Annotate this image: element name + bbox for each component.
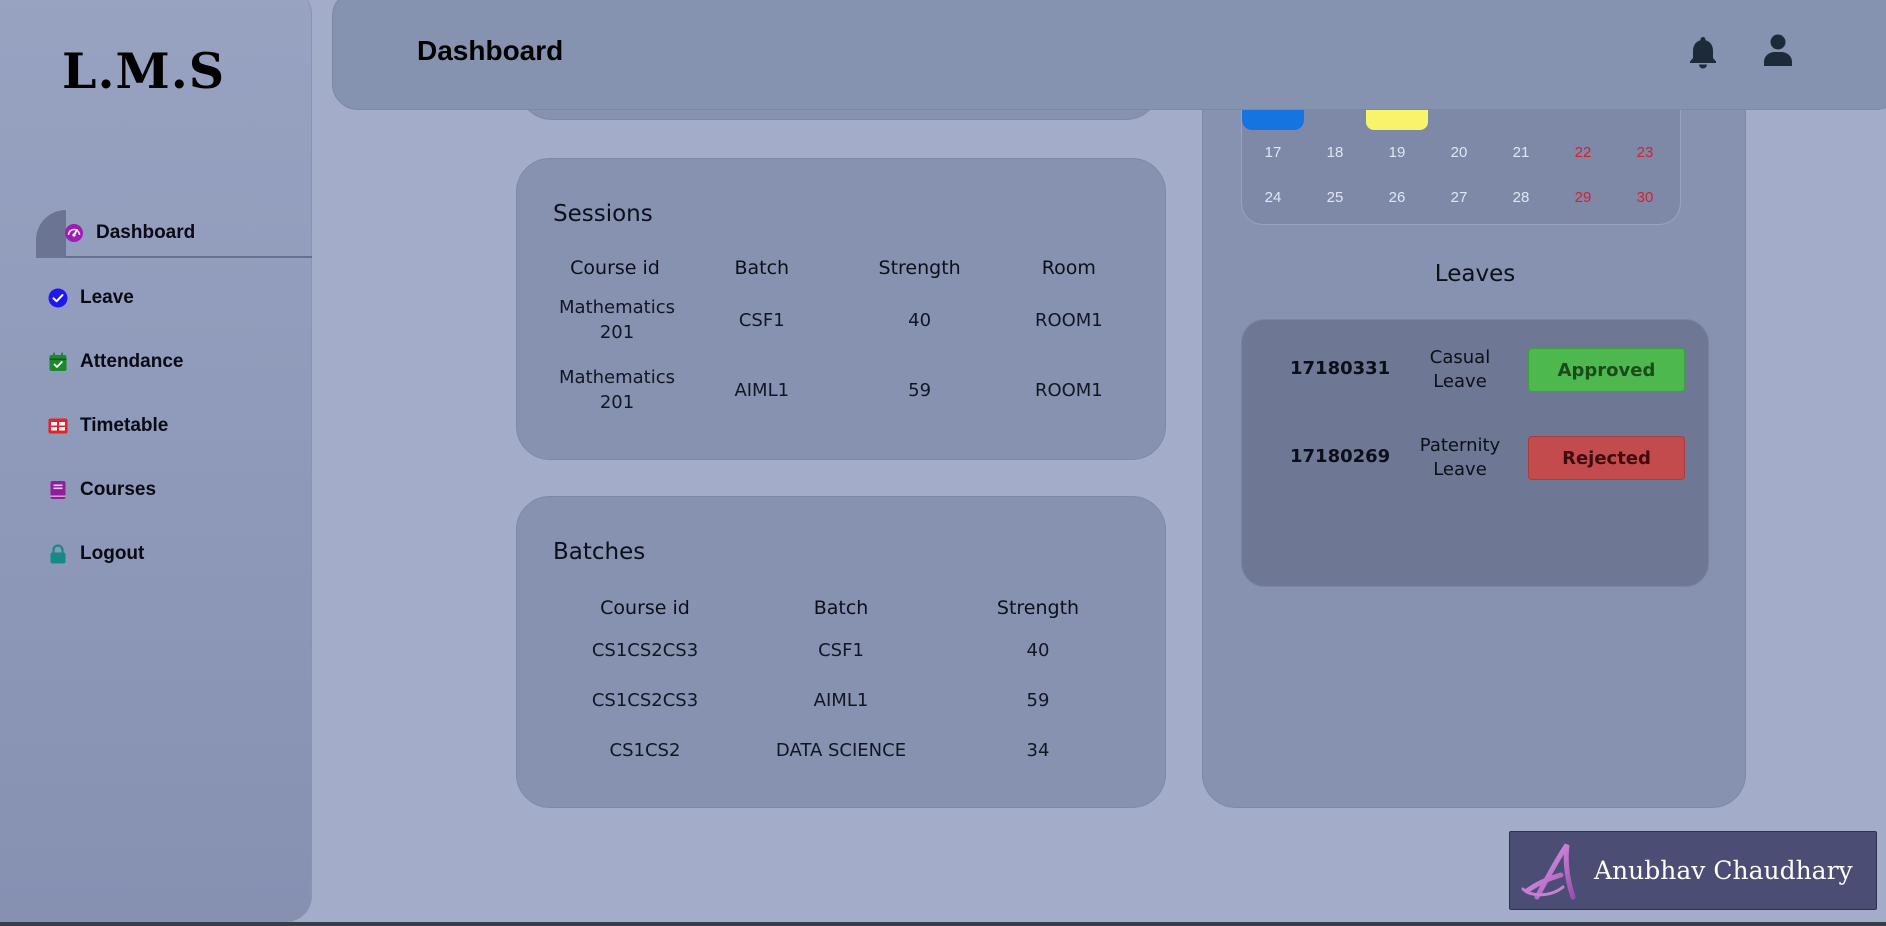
sidebar: L.M.S Dashboard Leave Attendance Timetab… (0, 0, 312, 922)
leaves-title: Leaves (1434, 261, 1516, 287)
app-logo: L.M.S (62, 42, 226, 100)
table-cell: AIML1 (813, 689, 869, 711)
window-bottom-edge (0, 922, 1886, 926)
column-header: Strength (878, 257, 961, 279)
calendar-day[interactable]: 22 (1552, 144, 1614, 161)
sidebar-item-label: Timetable (80, 415, 169, 436)
table-cell: 40 (1026, 639, 1050, 661)
sidebar-item-timetable[interactable]: Timetable (36, 394, 312, 458)
table-cell: CS1CS2CS3 (591, 639, 699, 661)
sessions-title: Sessions (553, 201, 653, 227)
leave-status-rejected[interactable]: Rejected (1528, 436, 1685, 480)
leave-item: 17180331 Casual Leave Approved (1242, 340, 1710, 400)
calendar-day[interactable]: 24 (1242, 189, 1304, 206)
column-header: Batch (734, 257, 790, 279)
calendar-day[interactable]: 29 (1552, 189, 1614, 206)
table-cell: Mathematics 201 (559, 367, 675, 413)
table-header-row: Course id Batch Strength Room (547, 251, 1139, 285)
column-header: Course id (570, 257, 660, 279)
leaves-list: 17180331 Casual Leave Approved 17180269 … (1241, 319, 1709, 587)
calendar: 17 18 19 20 21 22 23 24 25 26 27 28 29 3… (1241, 101, 1681, 225)
leave-item: 17180269 Paternity Leave Rejected (1242, 428, 1710, 488)
check-circle-icon (48, 288, 68, 308)
column-header: Batch (813, 597, 869, 619)
leave-type: Casual Leave (1429, 347, 1491, 392)
column-header: Room (1041, 257, 1096, 279)
table-cell: CSF1 (738, 309, 785, 331)
page-title: Dashboard (417, 35, 564, 66)
sidebar-nav: Dashboard Leave Attendance Timetable Cou… (36, 210, 312, 586)
calendar-day[interactable]: 17 (1242, 144, 1304, 161)
calendar-day[interactable]: 23 (1614, 144, 1676, 161)
sidebar-item-label: Logout (80, 543, 145, 564)
book-icon (48, 480, 68, 500)
table-cell: 40 (908, 309, 932, 331)
table-row: Mathematics 201 CSF1 40 ROOM1 (547, 285, 1139, 355)
batches-card: Batches Course id Batch Strength CS1CS2C… (516, 496, 1166, 808)
sidebar-item-attendance[interactable]: Attendance (36, 330, 312, 394)
sidebar-item-courses[interactable]: Courses (36, 458, 312, 522)
batches-table: Course id Batch Strength CS1CS2CS3 CSF1 … (547, 591, 1137, 775)
calendar-day[interactable]: 27 (1428, 189, 1490, 206)
table-cell: AIML1 (734, 379, 790, 401)
author-signature-logo (1510, 831, 1594, 910)
calendar-day[interactable]: 25 (1304, 189, 1366, 206)
bell-icon[interactable] (1688, 35, 1718, 69)
calendar-week-row: 24 25 26 27 28 29 30 (1242, 189, 1682, 206)
user-icon[interactable] (1763, 33, 1793, 67)
calendar-day[interactable]: 21 (1490, 144, 1552, 161)
table-row: CS1CS2CS3 CSF1 40 (547, 625, 1137, 675)
sidebar-item-leave[interactable]: Leave (36, 266, 312, 330)
leave-type: Paternity Leave (1419, 435, 1501, 480)
table-row: Mathematics 201 AIML1 59 ROOM1 (547, 355, 1139, 425)
table-cell: CS1CS2 (609, 739, 681, 761)
batches-title: Batches (553, 539, 646, 565)
right-panel: 17 18 19 20 21 22 23 24 25 26 27 28 29 3… (1202, 60, 1746, 808)
table-cell: 59 (908, 379, 932, 401)
table-grid-icon (48, 416, 68, 436)
author-watermark: Anubhav Chaudhary (1509, 831, 1877, 910)
table-header-row: Course id Batch Strength (547, 591, 1137, 625)
leave-id: 17180331 (1290, 358, 1391, 379)
sidebar-item-label: Leave (80, 287, 134, 308)
column-header: Course id (600, 597, 690, 619)
table-cell: 59 (1026, 689, 1050, 711)
calendar-day[interactable]: 18 (1304, 144, 1366, 161)
calendar-day[interactable]: 28 (1490, 189, 1552, 206)
table-cell: ROOM1 (1034, 309, 1103, 331)
author-name: Anubhav Chaudhary (1594, 856, 1853, 885)
table-cell: ROOM1 (1034, 379, 1103, 401)
lock-icon (48, 544, 68, 564)
calendar-day[interactable]: 26 (1366, 189, 1428, 206)
calendar-week-row: 17 18 19 20 21 22 23 (1242, 144, 1682, 161)
table-cell: CSF1 (818, 639, 864, 661)
column-header: Strength (996, 597, 1080, 619)
sessions-card: Sessions Course id Batch Strength Room M… (516, 158, 1166, 460)
sidebar-item-dashboard[interactable]: Dashboard (36, 210, 312, 258)
sidebar-item-logout[interactable]: Logout (36, 522, 312, 586)
table-row: CS1CS2 DATA SCIENCE 34 (547, 725, 1137, 775)
calendar-day[interactable]: 19 (1366, 144, 1428, 161)
sidebar-item-label: Attendance (80, 351, 184, 372)
table-cell: DATA SCIENCE (775, 739, 907, 761)
sessions-table: Course id Batch Strength Room Mathematic… (547, 251, 1139, 425)
table-cell: Mathematics 201 (559, 297, 675, 343)
sidebar-item-label: Dashboard (96, 222, 196, 243)
leave-id: 17180269 (1290, 446, 1391, 467)
table-cell: CS1CS2CS3 (591, 689, 699, 711)
table-row: CS1CS2CS3 AIML1 59 (547, 675, 1137, 725)
calendar-day[interactable]: 30 (1614, 189, 1676, 206)
leave-status-approved[interactable]: Approved (1528, 348, 1685, 392)
top-header: Dashboard (332, 0, 1886, 110)
dashboard-gauge-icon (64, 223, 84, 243)
sidebar-item-label: Courses (80, 479, 157, 500)
calendar-day[interactable]: 20 (1428, 144, 1490, 161)
calendar-check-icon (48, 352, 68, 372)
table-cell: 34 (1026, 739, 1050, 761)
